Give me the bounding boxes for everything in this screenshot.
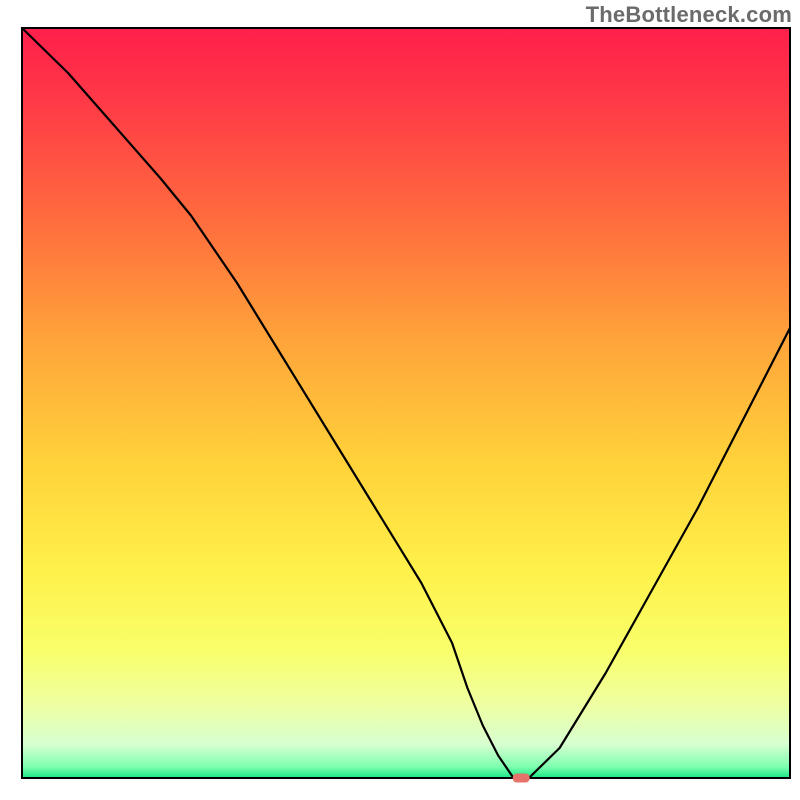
watermark-text: TheBottleneck.com — [586, 2, 792, 28]
optimal-point-marker — [513, 774, 530, 783]
bottleneck-chart — [0, 0, 800, 800]
plot-background — [22, 28, 790, 778]
chart-container: TheBottleneck.com — [0, 0, 800, 800]
